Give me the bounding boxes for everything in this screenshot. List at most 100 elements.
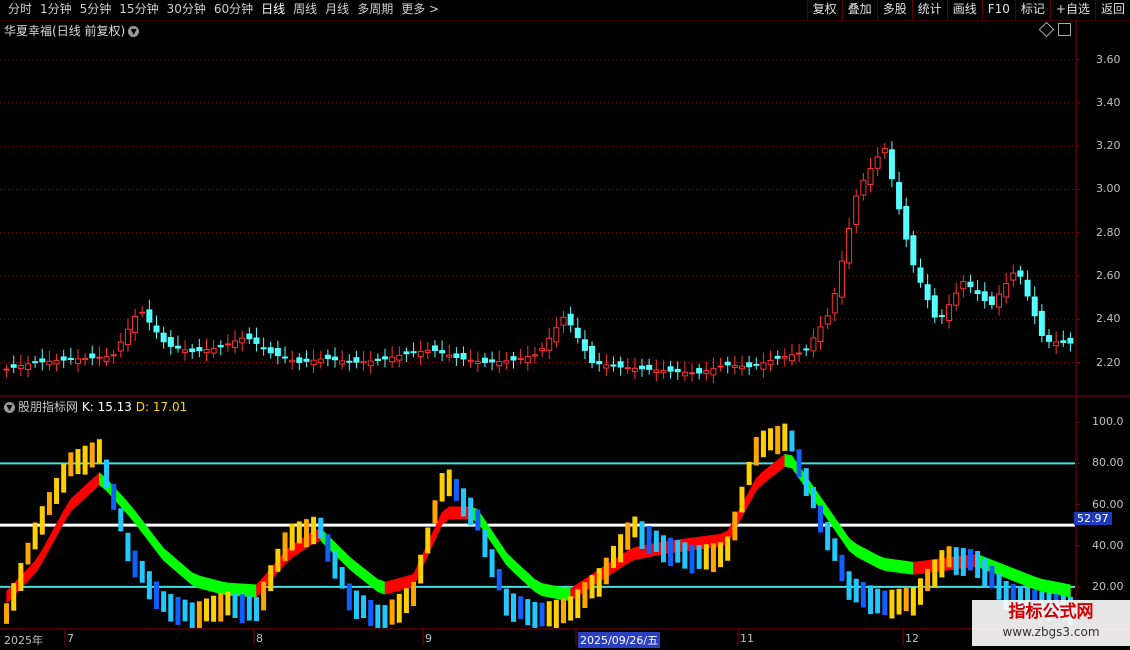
k-bar [4, 603, 10, 624]
chevron-down-icon[interactable]: ▼ [4, 402, 15, 413]
chart-mode: (日线 前复权) [52, 24, 126, 38]
k-bar [403, 588, 409, 614]
candle-body [489, 359, 496, 363]
candle-body [67, 357, 74, 360]
candle-body [17, 365, 24, 369]
kd-band [506, 552, 514, 573]
kd-band [334, 541, 343, 563]
chevron-down-icon[interactable]: ▼ [128, 26, 140, 37]
tab-8[interactable]: 月线 [321, 0, 353, 20]
tool-button-4[interactable]: 画线 [946, 0, 982, 20]
kd-band [734, 504, 743, 530]
tab-6[interactable]: 日线 [257, 0, 289, 20]
k-bar [168, 594, 174, 622]
tab-1[interactable]: 1分钟 [36, 0, 76, 20]
candle-body [332, 356, 339, 361]
k-bar [653, 530, 659, 553]
k-bar [775, 425, 781, 455]
tab-3[interactable]: 15分钟 [115, 0, 162, 20]
tool-button-1[interactable]: 叠加 [841, 0, 877, 20]
kd-band [6, 582, 14, 604]
tab-10[interactable]: 更多 > [397, 0, 443, 20]
candle-body [60, 356, 67, 361]
kd-band [770, 459, 778, 479]
candle-body [953, 292, 960, 306]
kd-band [456, 506, 464, 520]
kd-band [791, 454, 800, 480]
kd-band [984, 556, 993, 573]
tab-4[interactable]: 30分钟 [163, 0, 210, 20]
tool-button-3[interactable]: 统计 [911, 0, 947, 20]
k-bar [932, 559, 938, 588]
kd-band [698, 535, 707, 550]
tab-0[interactable]: 分时 [4, 0, 36, 20]
k-bar [325, 534, 331, 562]
tool-button-2[interactable]: 多股 [876, 0, 912, 20]
price-tick-label: 3.60 [1096, 52, 1121, 66]
candle-body [39, 358, 46, 363]
candle-body [817, 326, 824, 343]
candle-body [810, 337, 817, 352]
kd-band [691, 536, 700, 551]
candle-body [689, 372, 696, 375]
candle-body [396, 354, 403, 361]
kd-band [241, 583, 250, 597]
tool-button-5[interactable]: F10 [981, 0, 1015, 20]
k-bar [532, 601, 538, 628]
panel-toggle-icon[interactable] [1058, 23, 1071, 36]
kd-band [813, 485, 821, 511]
candle-body [82, 357, 89, 361]
k-bar [703, 544, 709, 570]
tab-9[interactable]: 多周期 [353, 0, 397, 20]
kd-band [406, 573, 414, 590]
k-bar [868, 585, 874, 615]
kd-band [370, 573, 379, 593]
candle-body [803, 348, 810, 351]
candle-body [89, 353, 96, 359]
candle-body [1003, 283, 1010, 298]
price-tick-label: 2.80 [1096, 225, 1121, 239]
k-bar [610, 545, 616, 568]
candle-body [603, 364, 610, 369]
kd-band [627, 546, 636, 564]
kd-band [99, 472, 107, 492]
k-bar [125, 532, 131, 562]
k-bar [489, 549, 495, 578]
k-bar [146, 571, 152, 600]
tool-button-6[interactable]: 标记 [1014, 0, 1050, 20]
tab-2[interactable]: 5分钟 [76, 0, 116, 20]
k-bar [282, 532, 288, 561]
kd-band [991, 559, 1000, 576]
tab-7[interactable]: 周线 [289, 0, 321, 20]
k-bar [853, 578, 859, 603]
indicator-title: ▼ 股朋指标网 K: 15.13 D: 17.01 [4, 398, 187, 415]
candle-body [481, 357, 488, 363]
k-bar [32, 522, 38, 550]
diamond-icon[interactable] [1038, 21, 1055, 38]
candle-body [203, 348, 210, 354]
tool-button-8[interactable]: 返回 [1094, 0, 1130, 20]
k-bar [68, 452, 74, 477]
k-bar [361, 595, 367, 619]
chart-canvas[interactable] [0, 0, 1130, 650]
d-value: D: 17.01 [135, 400, 188, 414]
candle-body [1053, 341, 1060, 347]
price-tick-label: 2.40 [1096, 312, 1121, 326]
kd-band [134, 510, 143, 534]
candle-body [1024, 279, 1031, 297]
main-panel-title: 华夏幸福(日线 前复权) ▼ [4, 22, 140, 39]
candle-body [996, 293, 1003, 308]
tool-button-0[interactable]: 复权 [806, 0, 842, 20]
candle-body [981, 291, 988, 302]
candle-body [431, 345, 438, 351]
kd-band [777, 453, 786, 473]
candle-body [217, 344, 224, 348]
candle-body [903, 206, 910, 240]
k-bar [54, 477, 60, 504]
candle-body [1046, 335, 1053, 342]
kd-band [70, 491, 79, 512]
kd-band [998, 562, 1007, 579]
tab-5[interactable]: 60分钟 [210, 0, 257, 20]
k-bar [753, 436, 759, 466]
tool-button-7[interactable]: +自选 [1049, 0, 1095, 20]
